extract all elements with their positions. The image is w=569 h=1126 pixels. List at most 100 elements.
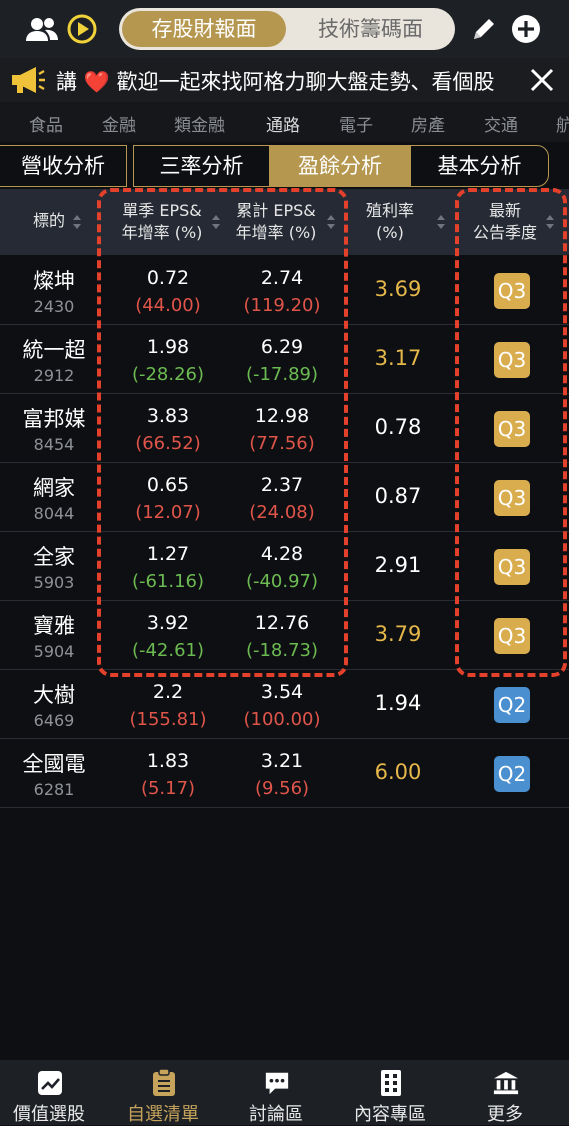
sort-icon[interactable] bbox=[211, 213, 221, 231]
category-electronics[interactable]: 電子 bbox=[339, 111, 373, 136]
add-icon[interactable] bbox=[510, 13, 542, 45]
table-row[interactable]: 燦坤 2430 0.72 (44.00) 2.74 (119.20) 3.69 … bbox=[0, 255, 569, 325]
sort-icon[interactable] bbox=[545, 213, 555, 231]
analysis-tabs: 營收分析 三率分析 盈餘分析 基本分析 bbox=[0, 145, 569, 187]
season-badge: Q3 bbox=[494, 342, 530, 378]
header-yield-line1: 殖利率 bbox=[365, 201, 414, 220]
quarter-eps-growth: (5.17) bbox=[140, 778, 196, 799]
season-badge: Q3 bbox=[494, 411, 530, 447]
chat-bubble-icon bbox=[264, 1070, 290, 1096]
header-symbol[interactable]: 標的 bbox=[24, 210, 74, 232]
cumulative-eps-growth: (-18.73) bbox=[245, 640, 319, 661]
nav-label: 討論區 bbox=[249, 1104, 303, 1125]
bottom-nav: 價值選股 自選清單 討論區 內容專區 更多 bbox=[0, 1060, 569, 1125]
stock-code: 8044 bbox=[33, 504, 75, 523]
nav-value-stock-picking[interactable]: 價值選股 bbox=[0, 1060, 105, 1125]
header-latest-season[interactable]: 最新 公告季度 bbox=[463, 200, 547, 244]
table-row[interactable]: 網家 8044 0.65 (12.07) 2.37 (24.08) 0.87 Q… bbox=[0, 462, 569, 532]
megaphone-icon bbox=[8, 64, 48, 96]
header-cumulative-eps[interactable]: 累計 EPS& 年增率 (%) bbox=[224, 200, 328, 244]
tab-margin-analysis[interactable]: 三率分析 bbox=[133, 145, 270, 187]
quarter-eps-value: 2.2 bbox=[152, 681, 184, 703]
season-badge: Q2 bbox=[494, 756, 530, 792]
quarter-eps-growth: (155.81) bbox=[129, 709, 207, 730]
table-row[interactable]: 寶雅 5904 3.92 (-42.61) 12.76 (-18.73) 3.7… bbox=[0, 600, 569, 670]
season-badge: Q3 bbox=[494, 273, 530, 309]
table-row[interactable]: 大樹 6469 2.2 (155.81) 3.54 (100.00) 1.94 … bbox=[0, 669, 569, 739]
header-quarter-eps[interactable]: 單季 EPS& 年增率 (%) bbox=[110, 200, 214, 244]
quarter-eps-value: 1.98 bbox=[146, 336, 190, 358]
table-row[interactable]: 全家 5903 1.27 (-61.16) 4.28 (-40.97) 2.91… bbox=[0, 531, 569, 601]
category-retail[interactable]: 通路 bbox=[266, 111, 300, 136]
table-row[interactable]: 富邦媒 8454 3.83 (66.52) 12.98 (77.56) 0.78… bbox=[0, 393, 569, 463]
category-transport[interactable]: 交通 bbox=[484, 111, 518, 136]
edit-pencil-icon[interactable] bbox=[468, 13, 500, 45]
cumulative-eps-value: 6.29 bbox=[260, 336, 304, 358]
sort-icon[interactable] bbox=[436, 213, 446, 231]
friends-icon[interactable] bbox=[24, 14, 60, 44]
header-yield[interactable]: 殖利率 (%) bbox=[350, 200, 430, 244]
quarter-eps-growth: (44.00) bbox=[135, 295, 201, 316]
season-badge: Q3 bbox=[494, 549, 530, 585]
dividend-yield: 3.17 bbox=[374, 346, 422, 370]
header-cumulative-eps-line2: 年增率 (%) bbox=[235, 223, 317, 242]
dividend-yield: 1.94 bbox=[374, 691, 422, 715]
quarter-eps-growth: (-61.16) bbox=[131, 571, 205, 592]
table-row[interactable]: 全國電 6281 1.83 (5.17) 3.21 (9.56) 6.00 Q2 bbox=[0, 738, 569, 808]
nav-label: 內容專區 bbox=[354, 1104, 426, 1125]
stock-code: 2912 bbox=[33, 366, 75, 385]
tab-financial-view[interactable]: 存股財報面 bbox=[122, 11, 286, 47]
category-real-estate[interactable]: 房產 bbox=[411, 111, 445, 136]
nav-more[interactable]: 更多 bbox=[449, 1060, 561, 1125]
quarter-eps-value: 3.83 bbox=[146, 405, 190, 427]
cumulative-eps-value: 3.54 bbox=[260, 681, 304, 703]
tab-technical-view[interactable]: 技術籌碼面 bbox=[289, 11, 452, 47]
cumulative-eps-growth: (9.56) bbox=[254, 778, 310, 799]
nav-content-features[interactable]: 內容專區 bbox=[334, 1060, 446, 1125]
stock-code: 5903 bbox=[33, 573, 75, 592]
cumulative-eps-value: 2.74 bbox=[260, 267, 304, 289]
view-mode-toggle: 存股財報面 技術籌碼面 bbox=[119, 8, 455, 50]
close-marquee-button[interactable] bbox=[522, 64, 562, 96]
stock-name: 燦坤 bbox=[33, 269, 75, 293]
quarter-eps-value: 0.72 bbox=[146, 267, 190, 289]
quarter-eps-value: 0.65 bbox=[146, 474, 190, 496]
sort-icon[interactable] bbox=[326, 213, 336, 231]
quarter-eps-value: 3.92 bbox=[146, 612, 190, 634]
quarter-eps-growth: (-42.61) bbox=[131, 640, 205, 661]
stock-code: 5904 bbox=[33, 642, 75, 661]
category-shipping[interactable]: 航 bbox=[556, 111, 569, 136]
stock-name: 統一超 bbox=[22, 338, 86, 362]
category-quasi-finance[interactable]: 類金融 bbox=[174, 111, 225, 136]
stock-name: 大樹 bbox=[33, 683, 75, 707]
bank-icon bbox=[493, 1070, 519, 1096]
dividend-yield: 0.78 bbox=[374, 415, 422, 439]
dividend-yield: 2.91 bbox=[374, 553, 422, 577]
announcement-marquee[interactable]: 講 ❤️ 歡迎一起來找阿格力聊大盤走勢、看個股 bbox=[0, 58, 569, 102]
stock-code: 2430 bbox=[33, 297, 75, 316]
header-latest-season-line1: 最新 bbox=[488, 201, 521, 220]
tab-fundamental-analysis[interactable]: 基本分析 bbox=[410, 145, 549, 187]
season-badge: Q3 bbox=[494, 618, 530, 654]
season-badge: Q3 bbox=[494, 480, 530, 516]
dividend-yield: 6.00 bbox=[374, 760, 422, 784]
header-quarter-eps-line1: 單季 EPS& bbox=[122, 201, 202, 220]
nav-watchlist[interactable]: 自選清單 bbox=[107, 1060, 219, 1125]
cumulative-eps-growth: (77.56) bbox=[249, 433, 315, 454]
nav-label: 價值選股 bbox=[13, 1104, 85, 1125]
top-bar: 存股財報面 技術籌碼面 bbox=[0, 0, 569, 58]
table-row[interactable]: 統一超 2912 1.98 (-28.26) 6.29 (-17.89) 3.1… bbox=[0, 324, 569, 394]
stock-code: 6281 bbox=[33, 780, 75, 799]
cumulative-eps-value: 12.76 bbox=[254, 612, 310, 634]
stock-name: 全家 bbox=[33, 545, 75, 569]
sort-icon[interactable] bbox=[72, 213, 82, 231]
tab-earnings-analysis[interactable]: 盈餘分析 bbox=[270, 145, 410, 187]
category-finance[interactable]: 金融 bbox=[102, 111, 136, 136]
tab-revenue-analysis[interactable]: 營收分析 bbox=[0, 145, 127, 187]
nav-discussion[interactable]: 討論區 bbox=[220, 1060, 332, 1125]
cumulative-eps-value: 2.37 bbox=[260, 474, 304, 496]
quarter-eps-value: 1.83 bbox=[146, 750, 190, 772]
play-icon[interactable] bbox=[66, 13, 98, 45]
quarter-eps-growth: (12.07) bbox=[135, 502, 201, 523]
category-food[interactable]: 食品 bbox=[29, 111, 63, 136]
